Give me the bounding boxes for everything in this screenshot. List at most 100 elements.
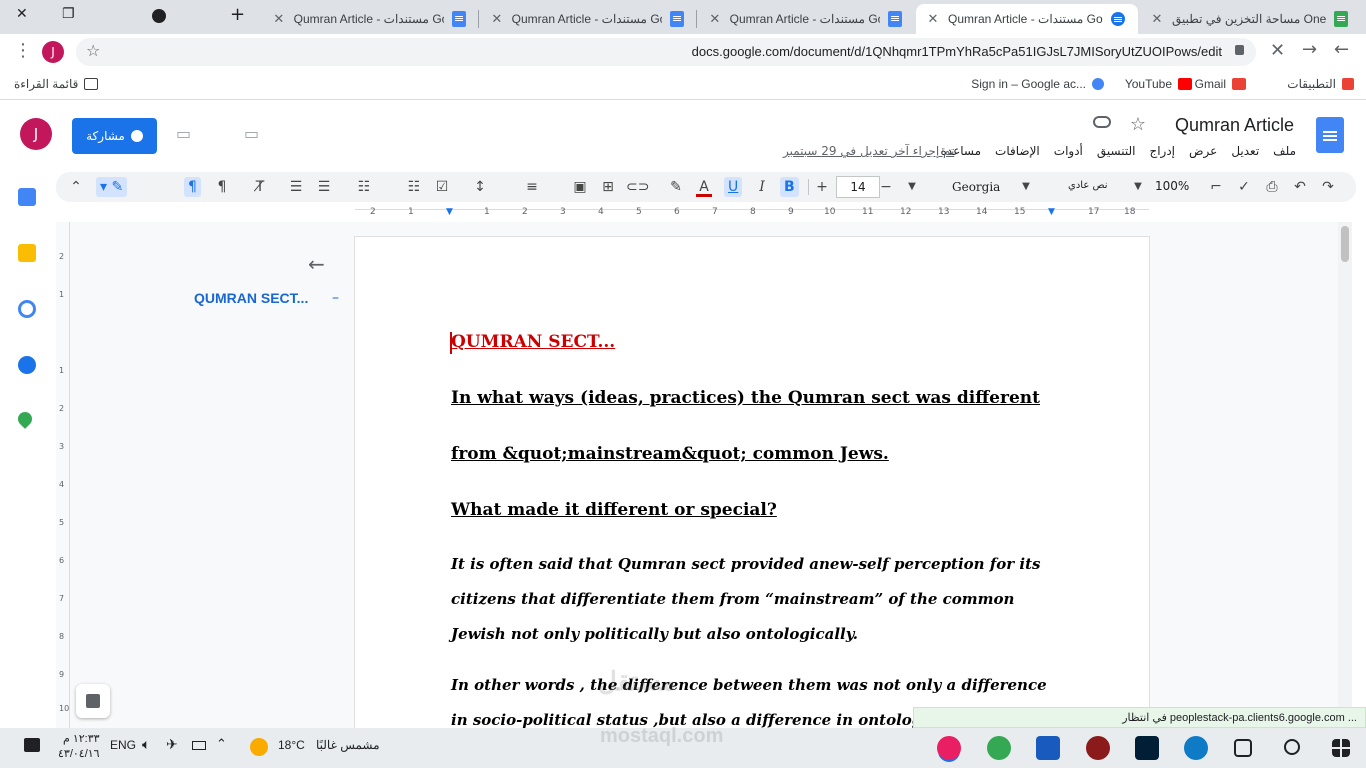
new-tab-icon[interactable]: +	[230, 4, 245, 25]
style-dropdown-icon[interactable]: ▼	[1130, 177, 1146, 197]
taskbar-edge-icon[interactable]	[1184, 736, 1208, 760]
tab-search-icon[interactable]	[152, 9, 166, 23]
omnibox[interactable]: ☆ docs.google.com/document/d/1QNhqmr1TPm…	[76, 38, 1256, 66]
bookmark-apps[interactable]: التطبيقات	[1287, 77, 1354, 91]
taskbar-photoshop-icon[interactable]	[1135, 736, 1159, 760]
menu-view[interactable]: عرض	[1189, 144, 1217, 158]
show-hidden-icons-chevron-icon[interactable]: ⌃	[216, 736, 227, 752]
clear-formatting-icon[interactable]: T̸	[252, 177, 268, 197]
font-family-dropdown-icon[interactable]: ▼	[1018, 177, 1034, 197]
outline-heading-item[interactable]: QUMRAN SECT...	[194, 290, 308, 306]
stop-loading-icon[interactable]: ✕	[1270, 40, 1285, 61]
tab-close-icon[interactable]: ✕	[490, 12, 504, 27]
numbered-list-icon[interactable]: ☷	[356, 177, 372, 197]
taskbar-app-chrome-profile-icon[interactable]	[937, 736, 961, 760]
redo-icon[interactable]: ↷	[1320, 177, 1336, 197]
document-page[interactable]: QUMRAN SECT... In what ways (ideas, prac…	[355, 237, 1149, 728]
zoom-select[interactable]: 100%	[1155, 179, 1189, 193]
align-icon[interactable]: ≡	[524, 177, 540, 197]
font-family-select[interactable]: Georgia	[952, 180, 1000, 194]
keep-icon[interactable]	[18, 244, 36, 262]
tab-close-icon[interactable]: ✕	[1150, 12, 1164, 27]
menu-addons[interactable]: الإضافات	[995, 144, 1040, 158]
volume-icon[interactable]: 🔈︎	[142, 736, 150, 753]
decrease-font-size-icon[interactable]: −	[878, 177, 894, 197]
ltr-paragraph-icon[interactable]: ¶	[184, 177, 201, 197]
notification-center-icon[interactable]	[24, 738, 40, 752]
document-title[interactable]: Qumran Article	[1175, 115, 1294, 136]
decrease-indent-icon[interactable]: ☰	[288, 177, 304, 197]
clock[interactable]: ١٢:٣٣ م ٤٣/٠٤/١٦	[58, 732, 100, 762]
taskbar-app-icon[interactable]	[1086, 736, 1110, 760]
italic-button[interactable]: I	[754, 177, 770, 197]
menu-tools[interactable]: أدوات	[1054, 144, 1083, 158]
menu-file[interactable]: ملف	[1273, 144, 1296, 158]
search-icon[interactable]	[1284, 739, 1300, 755]
taskbar-word-icon[interactable]	[1036, 736, 1060, 760]
left-indent-marker-icon[interactable]: ▼	[446, 207, 453, 217]
input-language[interactable]: ENG	[110, 738, 136, 752]
lock-icon[interactable]	[1235, 45, 1244, 55]
menu-edit[interactable]: تعديل	[1231, 144, 1259, 158]
share-button[interactable]: مشاركة	[72, 118, 157, 154]
tab-close-icon[interactable]: ✕	[272, 12, 286, 27]
restore-window-icon[interactable]: ❐	[62, 6, 75, 22]
present-icon[interactable]: ▭	[176, 124, 191, 143]
underline-button[interactable]: U	[724, 177, 743, 197]
vertical-scrollbar[interactable]	[1338, 222, 1352, 728]
explore-button[interactable]	[76, 684, 110, 718]
line-spacing-icon[interactable]: ↕	[472, 177, 488, 197]
close-outline-arrow-icon[interactable]: ←	[308, 252, 325, 276]
right-indent-marker-icon[interactable]: ▼	[1048, 207, 1055, 217]
hide-menus-chevron-icon[interactable]: ⌃	[68, 177, 84, 197]
tab-qumran-4[interactable]: ✕ Qumran Article - مستندات Go	[262, 4, 476, 34]
bookmark-google-signin[interactable]: Sign in – Google ac...	[971, 77, 1104, 91]
task-view-icon[interactable]	[1234, 739, 1252, 757]
checklist-icon[interactable]: ☑	[434, 177, 450, 197]
star-document-icon[interactable]: ☆	[1130, 114, 1146, 135]
highlight-color-icon[interactable]: ✎	[668, 177, 684, 197]
close-window-icon[interactable]: ✕	[16, 6, 28, 22]
weather-description[interactable]: مشمس غالبًا	[316, 738, 380, 752]
profile-avatar[interactable]: J	[42, 41, 64, 63]
tab-qumran-active[interactable]: ✕ Qumran Article - مستندات Go	[916, 4, 1138, 34]
weather-temperature[interactable]: 18°C	[278, 738, 305, 752]
spellcheck-icon[interactable]: ✓	[1236, 177, 1252, 197]
battery-icon[interactable]	[192, 741, 206, 750]
bulleted-list-icon[interactable]: ☷	[406, 177, 422, 197]
increase-indent-icon[interactable]: ☰	[316, 177, 332, 197]
back-arrow-icon[interactable]: ←	[1334, 39, 1349, 60]
paragraph-style-select[interactable]: نص عادي	[1068, 180, 1108, 191]
menu-format[interactable]: التنسيق	[1097, 144, 1136, 158]
tasks-icon[interactable]	[18, 300, 36, 318]
text-color-icon[interactable]: A	[696, 177, 712, 197]
horizontal-ruler[interactable]: 2 1 ▼ 1 2 3 4 5 6 7 8 9 10 11 12 13 14 1…	[355, 205, 1149, 221]
editing-mode-pencil-icon[interactable]: ▾ ✎	[96, 177, 128, 197]
bookmark-reading-list[interactable]: قائمة القراءة	[14, 77, 99, 91]
windows-start-icon[interactable]	[1332, 739, 1350, 757]
bookmark-gmail[interactable]: Gmail	[1195, 77, 1246, 91]
taskbar-chrome-icon[interactable]	[987, 736, 1011, 760]
rtl-paragraph-icon[interactable]: ¶	[214, 177, 230, 197]
menu-kebab-icon[interactable]: ⋮	[14, 40, 32, 61]
bold-button[interactable]: B	[780, 177, 799, 197]
tab-close-icon[interactable]: ✕	[926, 12, 940, 27]
insert-image-icon[interactable]: ▣	[572, 177, 588, 197]
tab-onedrive-storage[interactable]: ✕ مساحة التخزين في تطبيق One	[1140, 4, 1362, 34]
bookmark-star-icon[interactable]: ☆	[86, 41, 100, 60]
menu-insert[interactable]: إدراج	[1149, 144, 1175, 158]
network-icon[interactable]: ✈︎	[166, 736, 178, 753]
font-size-input[interactable]: 14	[836, 176, 880, 198]
add-comment-icon[interactable]: ⊞	[600, 177, 616, 197]
tab-qumran-2[interactable]: ✕ Qumran Article - مستندات Go	[698, 4, 912, 34]
scrollbar-thumb[interactable]	[1341, 226, 1349, 262]
maps-icon[interactable]	[15, 409, 35, 429]
tab-qumran-3[interactable]: ✕ Qumran Article - مستندات Go	[480, 4, 694, 34]
paint-format-icon[interactable]: ⌐	[1208, 177, 1224, 197]
last-edit-link[interactable]: تم إجراء آخر تعديل في 29 سبتمبر	[783, 144, 954, 158]
increase-font-size-icon[interactable]: +	[814, 177, 830, 197]
undo-icon[interactable]: ↶	[1292, 177, 1308, 197]
print-icon[interactable]: ⎙	[1264, 177, 1280, 197]
cloud-saved-icon[interactable]	[1093, 116, 1111, 128]
bookmark-youtube[interactable]: YouTube	[1125, 77, 1192, 91]
